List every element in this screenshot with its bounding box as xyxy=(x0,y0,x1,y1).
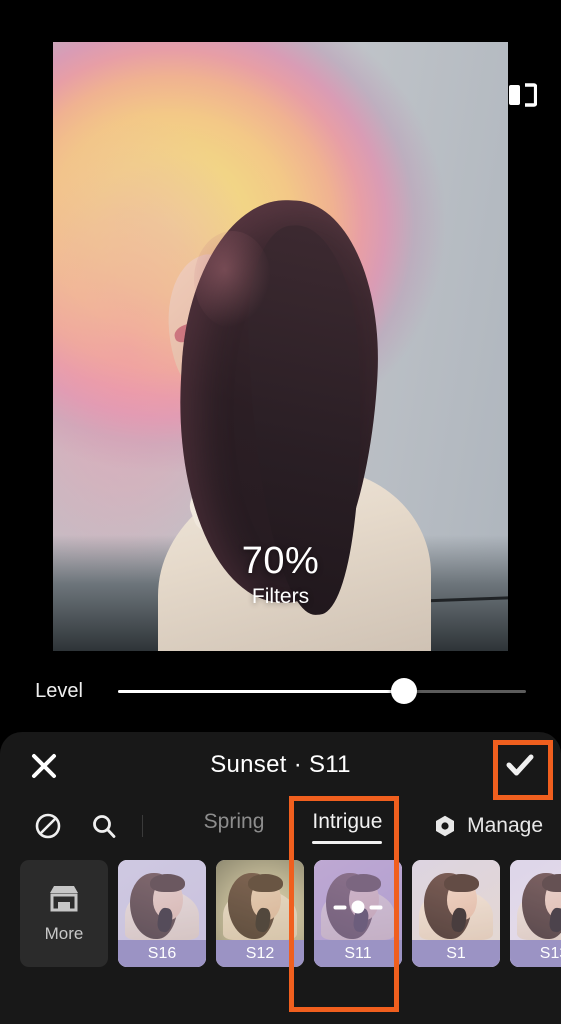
filter-thumbnail-label: S11 xyxy=(314,940,402,967)
filter-thumbnail-label: S12 xyxy=(216,940,304,967)
photo-preview-stage: 70% Filters xyxy=(0,0,561,732)
filter-thumbnail[interactable]: S11 xyxy=(314,860,402,967)
filter-thumbnail[interactable]: S1 xyxy=(412,860,500,967)
more-filters-button[interactable]: More xyxy=(20,860,108,967)
level-slider[interactable] xyxy=(118,671,526,711)
filter-thumbnail-label: S13 xyxy=(510,940,561,967)
search-filters-button[interactable] xyxy=(76,812,132,840)
sheet-header: Sunset · S11 xyxy=(0,732,561,798)
more-label: More xyxy=(44,924,84,943)
filter-thumbnail-strip[interactable]: More S16 S12 S11 S1 S13 xyxy=(0,860,561,984)
thumbnail-intensity-slider[interactable] xyxy=(333,900,383,914)
filter-thumbnail[interactable]: S12 xyxy=(216,860,304,967)
photo-editor-screen: 70% Filters Level Sunset · S11 Spring In… xyxy=(0,0,561,1024)
category-tabs: Spring Intrigue xyxy=(153,808,433,844)
no-filter-button[interactable] xyxy=(20,812,76,840)
filter-thumbnail[interactable]: S16 xyxy=(118,860,206,967)
hex-nut-icon xyxy=(436,815,455,837)
close-x-icon xyxy=(32,754,56,778)
filter-category-bar: Spring Intrigue Manage xyxy=(0,798,561,854)
slider-dot xyxy=(351,900,365,914)
slider-dash-left xyxy=(333,905,347,910)
subject-hair-highlight xyxy=(194,230,272,329)
slider-thumb[interactable] xyxy=(390,678,417,704)
slider-filled-track xyxy=(118,689,404,693)
tab-spring[interactable]: Spring xyxy=(202,808,267,844)
selected-filter-title: Sunset · S11 xyxy=(210,751,351,778)
filter-thumbnail[interactable]: S13 xyxy=(510,860,561,967)
confirm-button[interactable] xyxy=(495,742,545,788)
filter-thumbnail-label: S16 xyxy=(118,940,206,967)
manage-label: Manage xyxy=(467,814,543,837)
manage-button[interactable]: Manage xyxy=(433,814,543,838)
search-icon xyxy=(93,815,116,838)
slider-dash-right xyxy=(369,905,383,910)
no-filter-icon xyxy=(35,813,61,839)
toolbar-divider xyxy=(142,815,143,837)
tab-intrigue[interactable]: Intrigue xyxy=(310,808,384,844)
filters-bottom-sheet: Sunset · S11 Spring Intrigue Manage More… xyxy=(0,732,561,1024)
level-label: Level xyxy=(35,679,83,702)
checkmark-icon xyxy=(506,754,534,776)
before-after-compare-icon xyxy=(509,83,537,107)
filter-thumbnail-label: S1 xyxy=(412,940,500,967)
cancel-button[interactable] xyxy=(20,746,68,786)
store-icon xyxy=(50,886,78,912)
level-slider-row: Level xyxy=(0,660,561,722)
edited-photo[interactable]: 70% Filters xyxy=(53,42,508,651)
compare-toggle-button[interactable] xyxy=(501,74,543,116)
